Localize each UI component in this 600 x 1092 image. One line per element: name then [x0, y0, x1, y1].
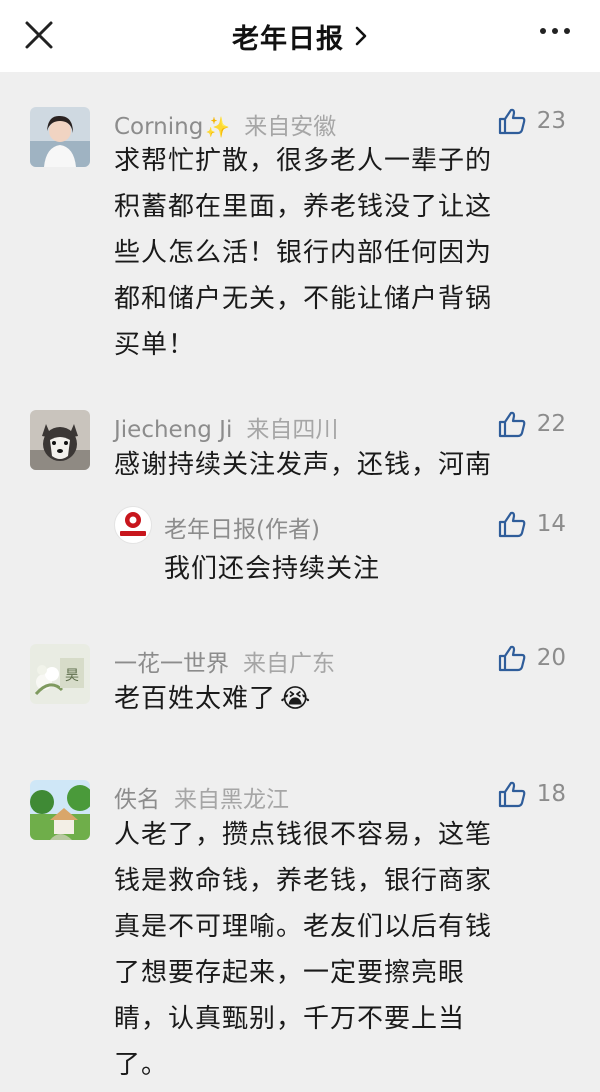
location-label: 来自黑龙江	[174, 787, 289, 813]
location-label: 来自四川	[246, 417, 339, 443]
like-count: 22	[536, 411, 566, 437]
thumbs-up-icon	[498, 511, 526, 538]
like-count: 20	[536, 645, 566, 671]
comment-meta: Jiecheng Ji 来自四川	[114, 410, 338, 444]
like-button[interactable]: 23	[497, 106, 566, 136]
location-label: 来自广东	[243, 651, 335, 677]
reply-text: 我们还会持续关注	[164, 554, 381, 584]
comment-text: 感谢持续关注发声，还钱，河南	[114, 450, 493, 480]
author-name[interactable]: 老年日报(作者)	[164, 510, 320, 544]
comment-meta: 佚名 来自黑龙江	[114, 780, 289, 814]
thumbs-up-icon	[498, 645, 526, 672]
reply-like-button[interactable]: 14	[497, 509, 566, 539]
like-count: 23	[536, 108, 566, 134]
comment-meta: 一花一世界 来自广东	[114, 644, 335, 678]
avatar[interactable]	[30, 107, 90, 167]
sparkle-icon: ✨	[205, 115, 231, 139]
svg-text:昊: 昊	[65, 668, 79, 684]
more-options-icon[interactable]	[540, 28, 570, 34]
newspaper-logo-icon	[120, 512, 146, 536]
like-button[interactable]: 18	[497, 779, 566, 809]
thumbs-up-icon	[498, 411, 526, 438]
location-label: 来自安徽	[244, 114, 337, 140]
comment-text: 人老了，攒点钱很不容易，这笔 钱是救命钱，养老钱，银行商家 真是不可理喻。老友们…	[114, 820, 493, 1080]
comment-text: 求帮忙扩散，很多老人一辈子的 积蓄都在里面，养老钱没了让这 些人怎么活！银行内部…	[114, 146, 493, 360]
like-count: 18	[536, 781, 566, 807]
author-avatar[interactable]	[114, 506, 152, 544]
username[interactable]: Corning ✨	[114, 114, 230, 140]
chevron-right-icon	[355, 26, 367, 46]
reply-meta: 老年日报(作者)	[164, 510, 320, 544]
account-title-link[interactable]: 老年日报	[232, 17, 368, 56]
thumbs-up-icon	[498, 108, 526, 135]
comment-text: 老百姓太难了 😭	[114, 684, 312, 714]
like-count: 14	[536, 511, 566, 537]
username[interactable]: 一花一世界	[114, 644, 229, 678]
username[interactable]: Jiecheng Ji	[114, 417, 232, 443]
comment-meta: Corning ✨ 来自安徽	[114, 107, 336, 141]
avatar[interactable]	[30, 410, 90, 470]
close-icon[interactable]	[22, 18, 56, 52]
crying-face-icon: 😭	[280, 684, 312, 714]
page-title: 老年日报	[232, 23, 344, 55]
like-button[interactable]: 20	[497, 643, 566, 673]
top-bar: 老年日报	[0, 0, 600, 72]
avatar[interactable]: 昊	[30, 644, 90, 704]
thumbs-up-icon	[498, 781, 526, 808]
avatar[interactable]	[30, 780, 90, 840]
like-button[interactable]: 22	[497, 409, 566, 439]
username[interactable]: 佚名	[114, 780, 160, 814]
